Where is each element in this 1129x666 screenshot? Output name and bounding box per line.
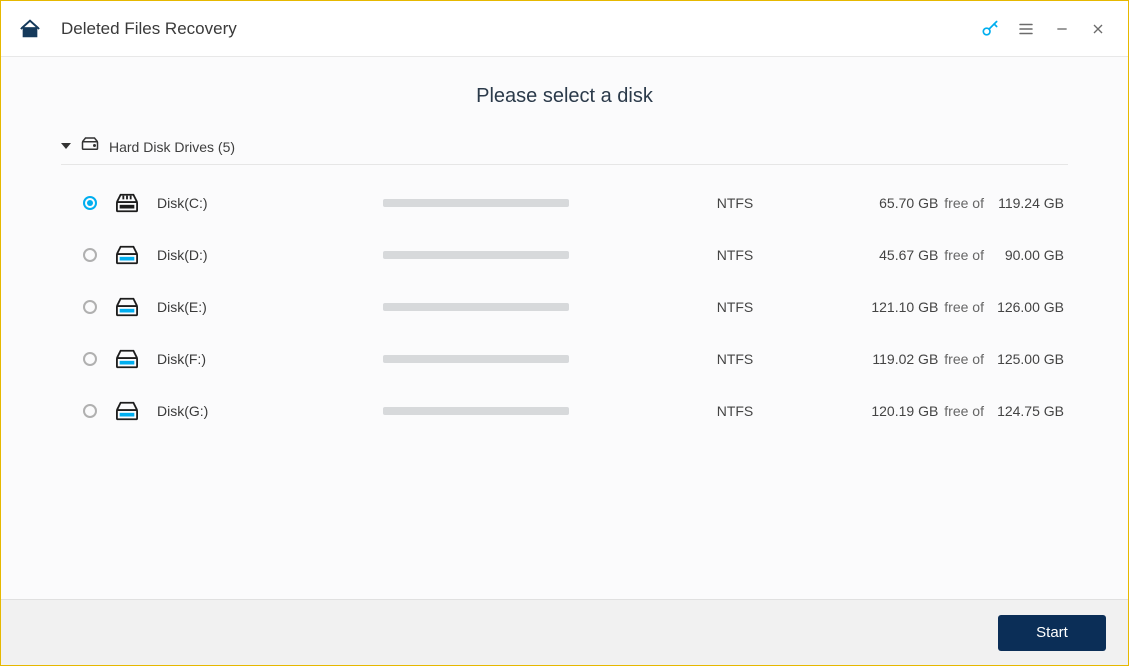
disk-list: Disk(C:) NTFS 65.70 GB free of 119.24 GB… [61, 177, 1068, 437]
hard-drive-icon [81, 137, 99, 156]
usage-bar [383, 199, 569, 207]
disk-label: Disk(G:) [157, 403, 367, 419]
disk-radio[interactable] [83, 352, 97, 366]
minimize-button[interactable] [1044, 11, 1080, 47]
disk-label: Disk(E:) [157, 299, 367, 315]
disk-icon [113, 244, 141, 266]
start-button[interactable]: Start [998, 615, 1106, 651]
disk-icon [113, 296, 141, 318]
section-title: Hard Disk Drives (5) [109, 139, 235, 155]
filesystem-label: NTFS [625, 195, 845, 211]
filesystem-label: NTFS [625, 351, 845, 367]
usage-bar [383, 407, 569, 415]
main-content: Please select a disk Hard Disk Drives (5… [1, 57, 1128, 599]
size-label: 65.70 GB free of 119.24 GB [861, 195, 1068, 211]
filesystem-label: NTFS [625, 247, 845, 263]
size-label: 121.10 GB free of 126.00 GB [861, 299, 1068, 315]
disk-radio[interactable] [83, 300, 97, 314]
size-label: 45.67 GB free of 90.00 GB [861, 247, 1068, 263]
usage-bar [383, 355, 569, 363]
size-label: 120.19 GB free of 124.75 GB [861, 403, 1068, 419]
usage-bar [383, 251, 569, 259]
filesystem-label: NTFS [625, 403, 845, 419]
disk-radio[interactable] [83, 404, 97, 418]
disk-label: Disk(F:) [157, 351, 367, 367]
usage-bar [383, 303, 569, 311]
page-title: Deleted Files Recovery [61, 19, 237, 39]
titlebar: Deleted Files Recovery [1, 1, 1128, 57]
disk-row[interactable]: Disk(F:) NTFS 119.02 GB free of 125.00 G… [61, 333, 1068, 385]
license-key-icon[interactable] [972, 11, 1008, 47]
disk-label: Disk(C:) [157, 195, 367, 211]
footer: Start [1, 599, 1128, 665]
disk-icon [113, 348, 141, 370]
hard-disk-section-header[interactable]: Hard Disk Drives (5) [61, 131, 1068, 165]
disk-row[interactable]: Disk(G:) NTFS 120.19 GB free of 124.75 G… [61, 385, 1068, 437]
disk-row[interactable]: Disk(D:) NTFS 45.67 GB free of 90.00 GB [61, 229, 1068, 281]
disk-row[interactable]: Disk(E:) NTFS 121.10 GB free of 126.00 G… [61, 281, 1068, 333]
disk-radio[interactable] [83, 196, 97, 210]
hard-disk-section: Hard Disk Drives (5) Disk(C:) NTFS 65.70… [61, 130, 1068, 437]
disk-icon [113, 400, 141, 422]
size-label: 119.02 GB free of 125.00 GB [861, 351, 1068, 367]
close-button[interactable] [1080, 11, 1116, 47]
disk-label: Disk(D:) [157, 247, 367, 263]
menu-icon[interactable] [1008, 11, 1044, 47]
chevron-down-icon [61, 138, 71, 156]
disk-icon [113, 192, 141, 214]
disk-radio[interactable] [83, 248, 97, 262]
home-icon[interactable] [19, 18, 41, 40]
filesystem-label: NTFS [625, 299, 845, 315]
prompt-heading: Please select a disk [61, 85, 1068, 108]
disk-row[interactable]: Disk(C:) NTFS 65.70 GB free of 119.24 GB [61, 177, 1068, 229]
